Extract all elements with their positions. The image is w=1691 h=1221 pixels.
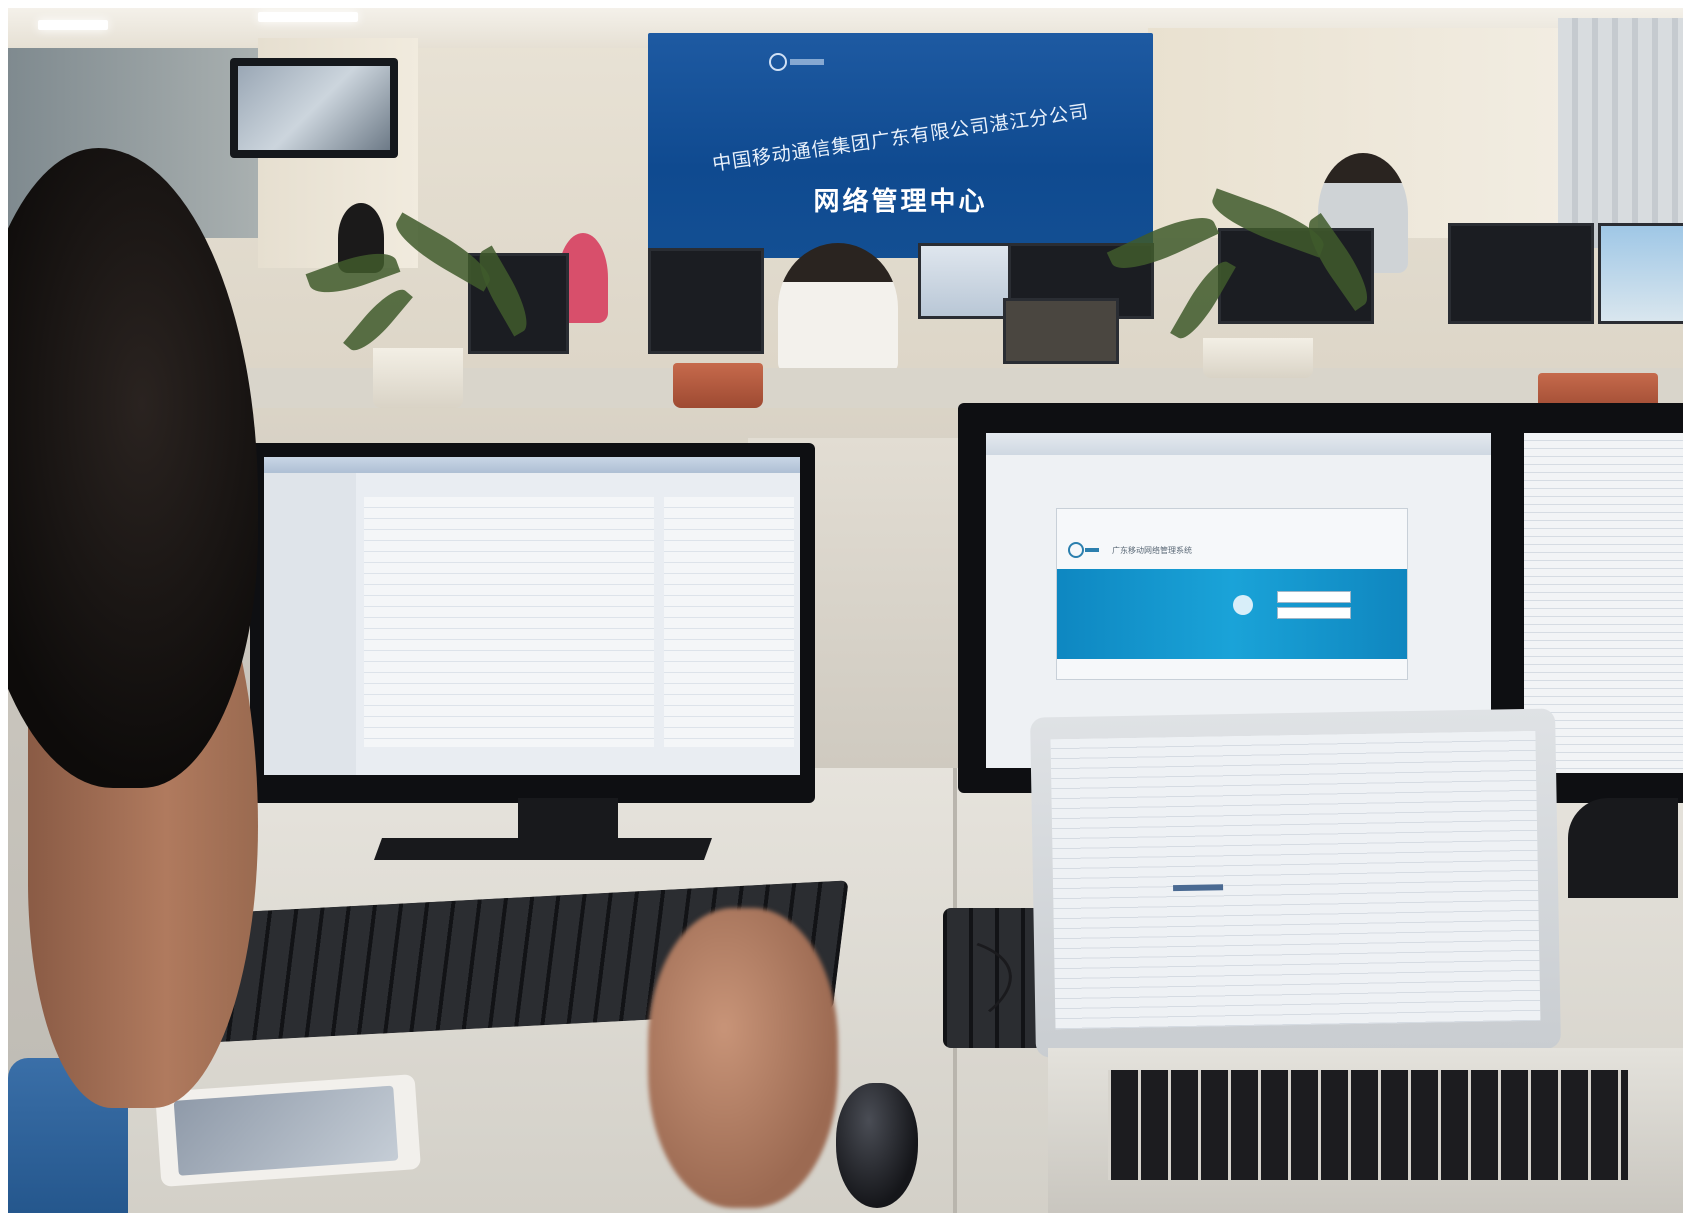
- laptop-lid: [1030, 708, 1561, 1058]
- ceiling-light: [258, 12, 358, 22]
- wall-television: [230, 58, 398, 158]
- smartphone: [155, 1074, 421, 1187]
- password-input[interactable]: [1277, 607, 1351, 619]
- window-blinds: [1558, 18, 1683, 248]
- background-laptop: [1003, 298, 1119, 364]
- office-photo: 中国移动通信集团广东有限公司湛江分公司 网络管理中心 广东移动网络管理系统: [8, 8, 1683, 1213]
- app-side-panel: [664, 497, 794, 747]
- red-flower-pot: [673, 363, 763, 408]
- background-person: [778, 243, 898, 373]
- username-input[interactable]: [1277, 591, 1351, 603]
- china-mobile-logo-icon: [768, 51, 828, 76]
- banner-title: 网络管理中心: [813, 187, 988, 217]
- plant-pot: [1203, 338, 1313, 378]
- laptop-selected-row: [1173, 884, 1224, 892]
- browser-toolbar: [986, 433, 1491, 455]
- banner-company-name: 中国移动通信集团广东有限公司湛江分公司: [711, 100, 1091, 176]
- app-form-panel: [364, 497, 654, 747]
- smartphone-screen: [173, 1085, 399, 1176]
- laptop-app-table: [1050, 730, 1541, 1030]
- plant-pot: [373, 348, 463, 408]
- computer-mouse[interactable]: [836, 1083, 918, 1208]
- ceiling-light: [38, 20, 108, 30]
- login-page-title: 广东移动网络管理系统: [1112, 546, 1192, 555]
- monitor-base: [373, 838, 713, 860]
- background-monitor: [1598, 223, 1683, 324]
- television-screen: [238, 66, 390, 150]
- monitor-stand: [1568, 798, 1678, 898]
- person-hand: [648, 908, 838, 1208]
- background-monitor: [1448, 223, 1594, 324]
- left-monitor-screen: [264, 457, 800, 775]
- china-mobile-logo-icon: [1067, 541, 1101, 562]
- app-sidebar: [264, 473, 356, 775]
- left-monitor: [250, 443, 815, 803]
- user-icon: [1233, 595, 1253, 615]
- login-card: 广东移动网络管理系统: [1056, 508, 1408, 680]
- login-banner: [1057, 569, 1407, 659]
- laptop-base: [1048, 1048, 1683, 1213]
- background-monitor: [648, 248, 764, 354]
- app-toolbar: [264, 457, 800, 473]
- laptop-screen: [1050, 730, 1541, 1030]
- laptop-keyboard[interactable]: [1108, 1070, 1628, 1180]
